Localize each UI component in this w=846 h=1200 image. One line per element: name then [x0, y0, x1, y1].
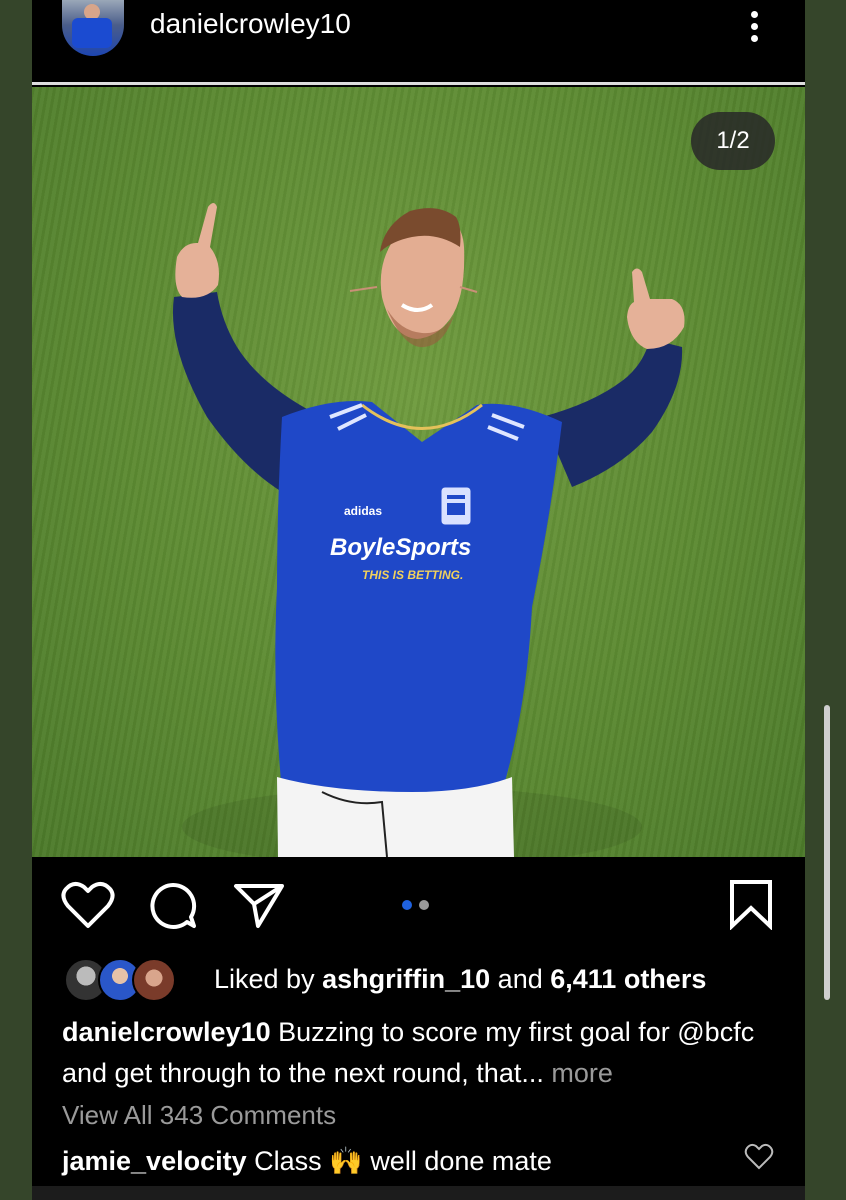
likes-prefix: Liked by — [214, 964, 315, 994]
comment-text-before: Class — [254, 1146, 322, 1176]
likes-count[interactable]: 6,411 others — [550, 964, 706, 994]
likes-mid: and — [497, 964, 543, 994]
liker-username[interactable]: ashgriffin_10 — [322, 964, 490, 994]
praise-hands-emoji: 🙌 — [329, 1146, 363, 1176]
carousel-dot — [419, 900, 429, 910]
post-caption: danielcrowley10 Buzzing to score my firs… — [62, 1012, 792, 1094]
more-options-icon[interactable] — [744, 8, 764, 48]
comment-like-heart-icon[interactable] — [744, 1143, 774, 1171]
comment-text-after: well done mate — [370, 1146, 552, 1176]
avatar[interactable] — [62, 0, 124, 56]
share-icon[interactable] — [232, 880, 286, 930]
caption-more-link[interactable]: more — [551, 1058, 613, 1088]
likes-summary: Liked by ashgriffin_10 and 6,411 others — [214, 964, 706, 995]
comment-username[interactable]: jamie_velocity — [62, 1146, 247, 1176]
post-header: danielcrowley10 — [32, 0, 805, 82]
carousel-indicator — [402, 897, 436, 915]
carousel-dot-active — [402, 900, 412, 910]
instagram-post: danielcrowley10 adidas BoyleSports THIS … — [32, 0, 805, 1200]
player-illustration: adidas BoyleSports THIS IS BETTING. — [172, 203, 685, 857]
sponsor-logo: BoyleSports — [330, 534, 471, 561]
liker-avatars — [64, 958, 176, 1002]
comment-row: jamie_velocity Class 🙌 well done mate — [62, 1145, 552, 1177]
adidas-logo: adidas — [344, 504, 382, 518]
carousel-counter: 1/2 — [691, 112, 775, 170]
view-all-comments-link[interactable]: View All 343 Comments — [62, 1100, 336, 1131]
likes-row[interactable]: Liked by ashgriffin_10 and 6,411 others — [64, 955, 804, 1005]
caption-username[interactable]: danielcrowley10 — [62, 1017, 271, 1047]
avatar-shirt — [72, 18, 112, 48]
post-username[interactable]: danielcrowley10 — [150, 8, 351, 40]
bookmark-icon[interactable] — [728, 878, 774, 930]
next-comment-cutoff — [32, 1186, 805, 1200]
scrollbar[interactable] — [824, 705, 830, 1000]
comment-icon[interactable] — [147, 880, 199, 932]
avatar — [132, 958, 176, 1002]
header-divider — [32, 82, 805, 85]
heart-icon[interactable] — [60, 880, 116, 930]
sponsor-tagline: THIS IS BETTING. — [362, 568, 463, 582]
post-photo[interactable]: adidas BoyleSports THIS IS BETTING. 1/2 — [32, 87, 805, 857]
